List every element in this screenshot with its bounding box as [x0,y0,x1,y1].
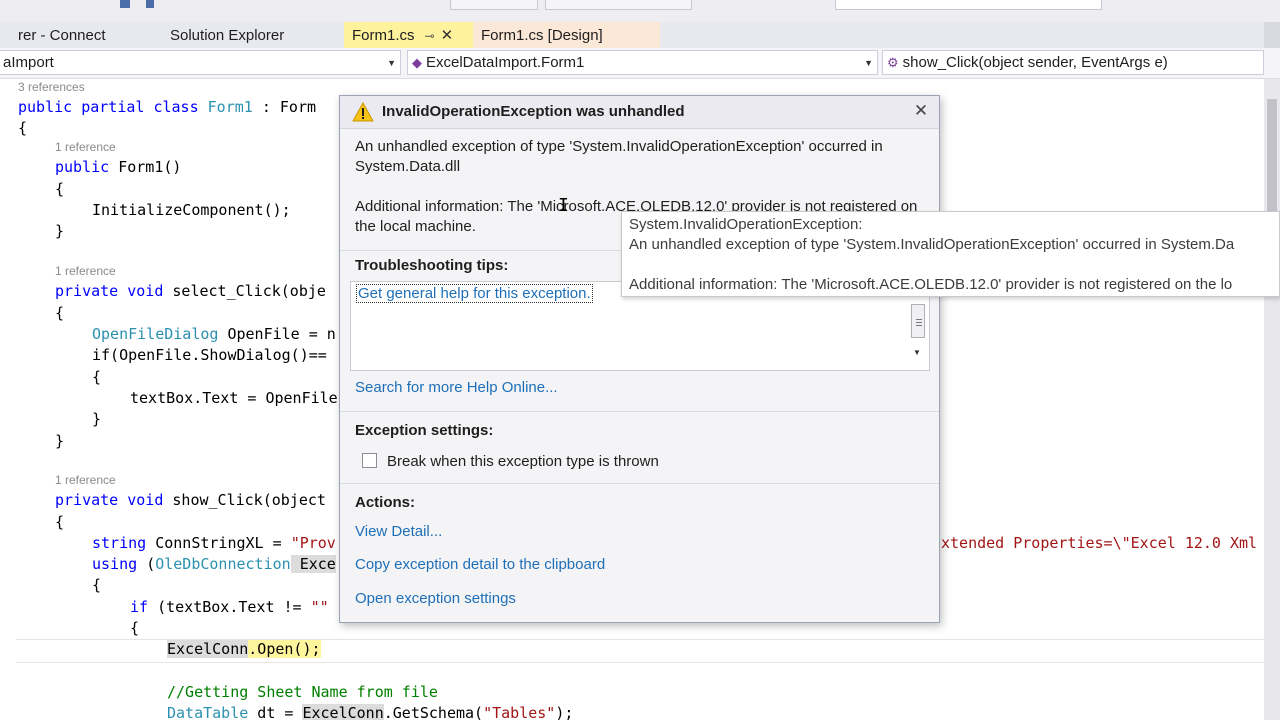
code-line: { [130,619,140,637]
code-line: } [55,222,65,240]
troubleshooting-heading: Troubleshooting tips: [355,257,509,274]
code-line: private void select_Click(obje [55,282,326,300]
code-lens[interactable]: 1 reference [55,473,116,487]
tooltip-line: Additional information: The 'Microsoft.A… [629,276,1233,293]
close-icon[interactable]: ✕ [909,99,933,123]
open-exception-settings-link[interactable]: Open exception settings [355,590,516,607]
exception-title: InvalidOperationException was unhandled [382,103,685,120]
scrollbar-thumb[interactable] [911,304,925,338]
code-line: using (OleDbConnection Exce [92,555,336,573]
chevron-down-icon: ▼ [387,58,396,68]
tooltip-line: An unhandled exception of type 'System.I… [629,236,1235,253]
class-dropdown[interactable]: ◆ ExcelDataImport.Form1 ▼ [407,50,878,75]
editor-scrollbar[interactable] [1264,79,1280,720]
project-dropdown[interactable]: aImport ▼ [0,50,401,75]
code-line: if (textBox.Text != "" [130,598,329,616]
code-line: textBox.Text = OpenFile [130,389,338,407]
text-cursor-icon: I [558,195,569,216]
member-dropdown-label: show_Click(object sender, EventArgs e) [902,54,1168,71]
tab-server-explorer[interactable]: rer - Connect [10,22,114,48]
code-line: private void show_Click(object [55,491,326,509]
divider [340,483,939,484]
code-line-current: ExcelConn.Open(); [167,640,321,658]
code-line: InitializeComponent(); [92,201,291,219]
toolbar-combo[interactable] [450,0,538,10]
code-line: string ConnStringXL = "Prov [92,534,336,552]
code-line: { [92,576,102,594]
code-line: { [92,368,102,386]
close-icon[interactable]: ✕ [441,27,454,44]
tab-form1-cs[interactable]: Form1.cs ⊸ ✕ [344,22,473,48]
pin-icon[interactable]: ⊸ [425,29,435,43]
tab-solution-explorer[interactable]: Solution Explorer [162,22,292,48]
code-line: OpenFileDialog OpenFile = n [92,325,336,343]
exception-tooltip: System.InvalidOperationException: An unh… [621,211,1280,297]
class-dropdown-label: ExcelDataImport.Form1 [426,54,585,71]
grip-icon [916,319,922,320]
divider [340,411,939,412]
document-tabs: rer - Connect Solution Explorer Form1.cs… [0,22,1280,48]
code-line: if(OpenFile.ShowDialog()== [92,346,327,364]
code-line: { [18,119,28,137]
member-dropdown[interactable]: ⚙ show_Click(object sender, EventArgs e) [882,50,1264,75]
exception-title-bar: InvalidOperationException was unhandled … [340,96,939,129]
quick-launch-input[interactable] [835,0,1102,10]
code-line: } [92,410,102,428]
code-line: } [55,432,65,450]
code-line-tail: xtended Properties=\"Excel 12.0 Xml [941,534,1258,552]
code-line: { [55,513,65,531]
toolbar-icon[interactable] [120,0,130,8]
tab-form1-design[interactable]: Form1.cs [Design] [473,22,660,48]
navigation-bar: aImport ▼ ◆ ExcelDataImport.Form1 ▼ ⚙ show… [0,48,1280,79]
code-lens[interactable]: 1 reference [55,264,116,278]
project-dropdown-label: aImport [3,54,54,71]
break-when-thrown-label[interactable]: Break when this exception type is thrown [387,452,907,472]
tab-label: Solution Explorer [170,27,285,44]
tab-label: Form1.cs [352,27,415,44]
method-icon: ⚙ [887,55,899,70]
toolbar [0,0,1280,22]
code-lens[interactable]: 1 reference [55,140,116,154]
code-line: DataTable dt = ExcelConn.GetSchema("Tabl… [167,704,574,720]
tab-label: rer - Connect [18,27,106,44]
code-line: public Form1() [55,158,182,176]
copy-detail-link[interactable]: Copy exception detail to the clipboard [355,556,605,573]
code-comment: //Getting Sheet Name from file [167,683,438,701]
warning-icon [352,102,374,122]
exception-settings-heading: Exception settings: [355,422,494,439]
code-lens[interactable]: 3 references [18,80,85,94]
break-when-thrown-checkbox[interactable] [362,453,377,468]
code-line: { [55,180,65,198]
general-help-link[interactable]: Get general help for this exception. [356,284,593,303]
tab-strip-edge [1264,22,1280,48]
toolbar-icon[interactable] [146,0,154,8]
chevron-down-icon[interactable]: ▼ [913,348,921,357]
exception-message: An unhandled exception of type 'System.I… [355,138,883,175]
exception-dialog: InvalidOperationException was unhandled … [339,95,940,623]
view-detail-link[interactable]: View Detail... [355,523,442,540]
code-line: public partial class Form1 : Form [18,98,317,116]
actions-heading: Actions: [355,494,415,511]
toolbar-combo[interactable] [545,0,692,10]
tips-scrollbar[interactable]: ▼ [909,304,927,364]
chevron-down-icon: ▼ [864,58,873,68]
class-icon: ◆ [412,55,422,70]
search-help-online-link[interactable]: Search for more Help Online... [355,379,558,396]
tab-label: Form1.cs [Design] [481,27,603,44]
tooltip-line: System.InvalidOperationException: [629,216,863,233]
code-line: { [55,304,65,322]
